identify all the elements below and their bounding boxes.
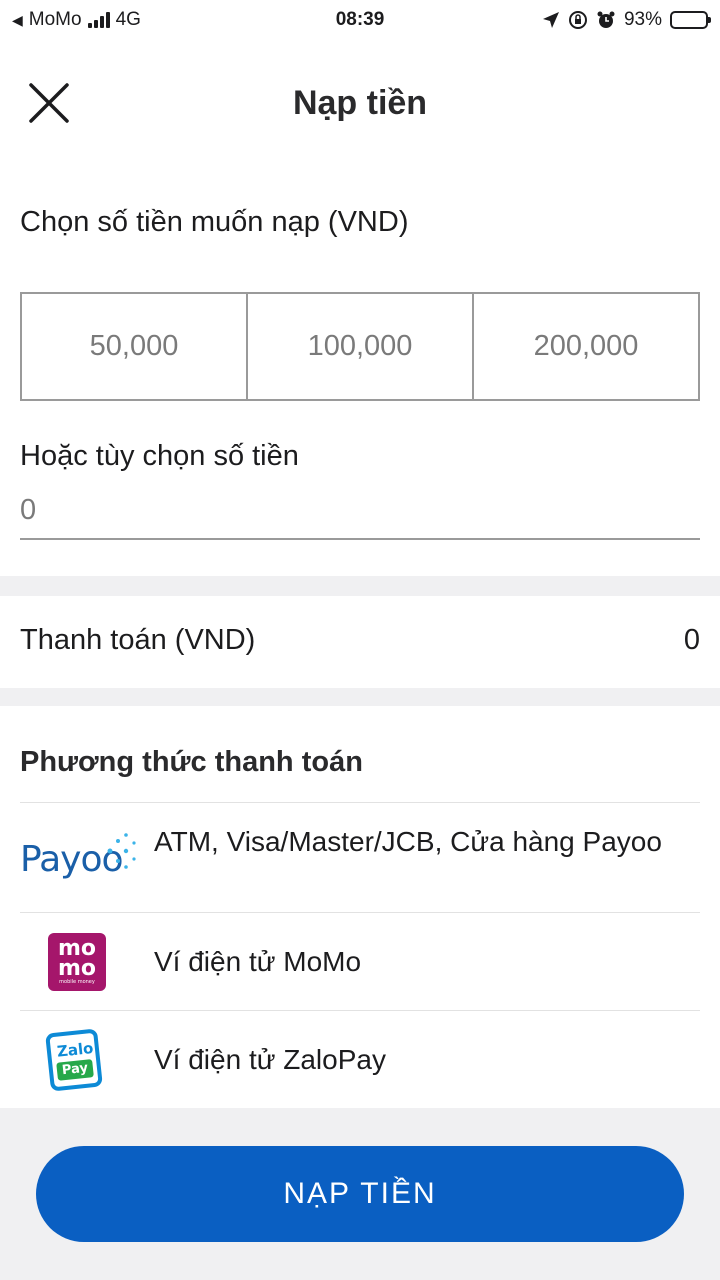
payoo-logo-icon: Payoo: [20, 831, 138, 889]
battery-percent: 93%: [623, 9, 662, 30]
payment-method-momo[interactable]: mo mo mobile money Ví điện tử MoMo: [20, 912, 700, 1010]
alarm-icon: [597, 11, 615, 28]
zalopay-logo-text: Zalo: [56, 1038, 95, 1061]
status-right: 93%: [542, 0, 711, 40]
battery-icon: [670, 11, 711, 29]
zalopay-logo-icon: Zalo Pay: [45, 1028, 103, 1092]
rotation-lock-icon: [568, 11, 587, 29]
top-up-button[interactable]: NẠP TIỀN: [36, 1146, 684, 1242]
momo-logo-text: mo mo: [57, 936, 97, 981]
payoo-dots-icon: [107, 833, 136, 869]
status-bar: ◀ MoMo 4G 08:39 93%: [0, 0, 720, 40]
payment-method-zalopay[interactable]: Zalo Pay Ví điện tử ZaloPay: [20, 1010, 700, 1108]
amount-options: 50,000 100,000 200,000: [20, 292, 700, 401]
momo-logo-sub: mobile money: [59, 979, 95, 985]
payment-method-label: Ví điện tử ZaloPay: [154, 1044, 386, 1075]
amount-option-50000[interactable]: 50,000: [22, 294, 248, 399]
custom-amount-input[interactable]: [20, 482, 700, 540]
custom-amount-label: Hoặc tùy chọn số tiền: [20, 440, 299, 472]
amount-option-200000[interactable]: 200,000: [474, 294, 698, 399]
location-icon: [542, 12, 559, 28]
payment-methods-title: Phương thức thanh toán: [20, 746, 363, 778]
payment-method-label: ATM, Visa/Master/JCB, Cửa hàng Payoo: [154, 826, 662, 857]
momo-logo-icon: mo mo mobile money: [48, 933, 106, 991]
payment-method-payoo[interactable]: Payoo ATM, Visa/Master/JCB, Cửa hàng Pay…: [20, 802, 700, 912]
payment-total-value: 0: [683, 624, 700, 656]
payment-method-label: Ví điện tử MoMo: [154, 946, 362, 977]
amount-label: Chọn số tiền muốn nạp (VND): [20, 206, 409, 238]
amount-option-100000[interactable]: 100,000: [248, 294, 474, 399]
payment-total-label: Thanh toán (VND): [20, 624, 256, 656]
zalopay-logo-sub: Pay: [56, 1059, 94, 1081]
page-title: Nạp tiền: [292, 84, 428, 122]
